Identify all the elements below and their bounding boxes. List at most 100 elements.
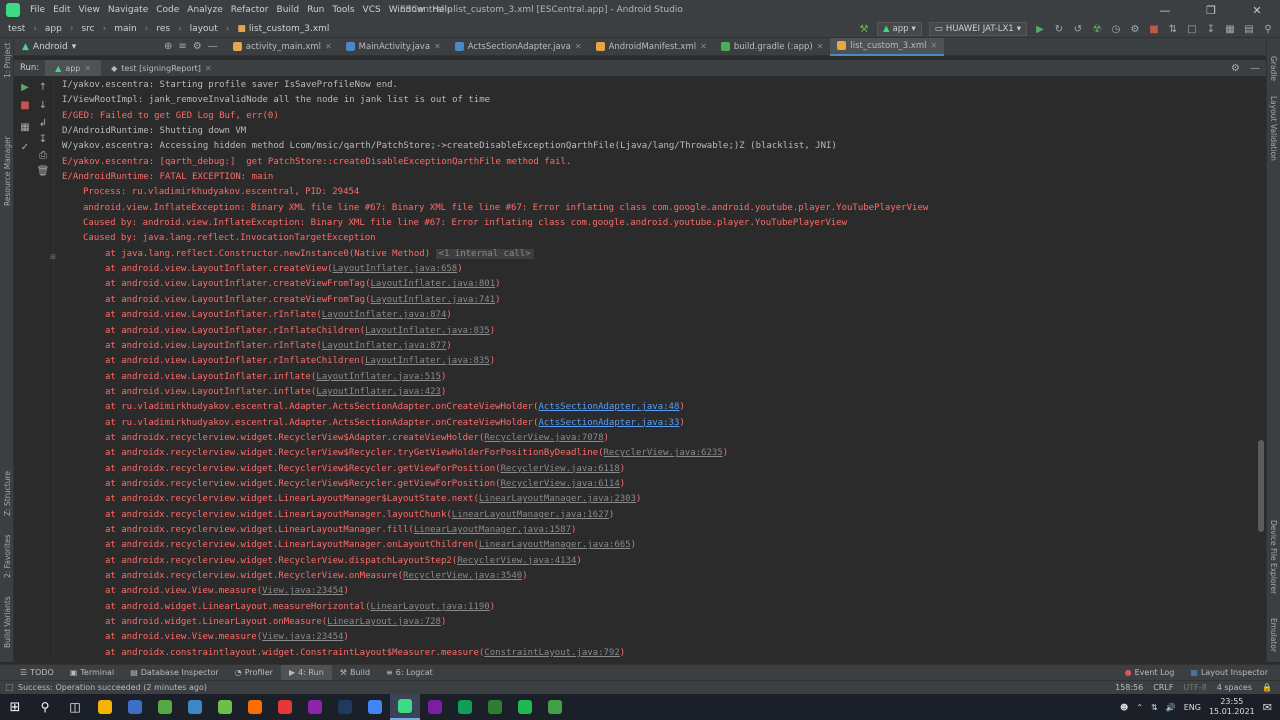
clock[interactable]: 23:55 15.01.2021 <box>1209 697 1255 717</box>
chevron-up-icon[interactable]: ⌃ <box>1136 703 1143 712</box>
breadcrumb-item[interactable]: ■ list_custom_3.xml <box>229 24 329 34</box>
build-tab[interactable]: ⚒ Build <box>332 665 378 681</box>
rerun-icon[interactable]: ▶ <box>18 80 32 94</box>
breadcrumb-item[interactable]: test › <box>0 24 37 34</box>
editor-tab[interactable]: activity_main.xml ✕ <box>226 38 339 56</box>
stack-trace-link[interactable]: RecyclerView.java:6114 <box>501 479 620 489</box>
stack-trace-link[interactable]: RecyclerView.java:4134 <box>457 556 576 566</box>
console-output[interactable]: I/yakov.escentra: Starting profile saver… <box>56 78 1256 662</box>
gradle-tool-button[interactable]: Gradle <box>1269 56 1278 81</box>
lock-icon[interactable]: 🔒 <box>1262 683 1272 692</box>
hide-icon[interactable]: — <box>208 41 218 52</box>
editor-tab[interactable]: ActsSectionAdapter.java ✕ <box>448 38 589 56</box>
editor-tab[interactable]: MainActivity.java ✕ <box>339 38 448 56</box>
taskbar-app-icon[interactable] <box>120 694 150 720</box>
terminal-tab[interactable]: ▣ Terminal <box>62 665 122 681</box>
taskbar-app-icon[interactable] <box>180 694 210 720</box>
database-inspector-tab[interactable]: ▤ Database Inspector <box>122 665 227 681</box>
menu-vcs[interactable]: VCS <box>359 5 385 15</box>
editor-tab[interactable]: build.gradle (:app) ✕ <box>714 38 831 56</box>
caret-position[interactable]: 158:56 <box>1115 683 1143 692</box>
stack-trace-link[interactable]: View.java:23454 <box>262 586 343 596</box>
layout-inspector-icon[interactable]: ▦ <box>1224 23 1236 35</box>
structure-tool-button[interactable]: Z: Structure <box>3 471 12 516</box>
sync-gradle-icon[interactable]: ⇅ <box>1167 23 1179 35</box>
stack-trace-link[interactable]: LayoutInflater.java:877 <box>322 341 447 351</box>
close-icon[interactable]: ✕ <box>434 42 441 51</box>
scroll-to-end-icon[interactable]: ↧ <box>36 132 50 146</box>
taskbar-app-icon[interactable] <box>360 694 390 720</box>
event-log-tab[interactable]: ● Event Log <box>1117 665 1183 681</box>
stack-trace-link[interactable]: RecyclerView.java:6235 <box>604 448 723 458</box>
search-icon[interactable]: ⚲ <box>1262 23 1274 35</box>
stack-trace-link[interactable]: View.java:23454 <box>262 632 343 642</box>
run-tab-signing-report[interactable]: ◆ test [signingReport] ✕ <box>101 60 221 76</box>
pin-icon[interactable]: ✓ <box>18 140 32 154</box>
breadcrumb-item[interactable]: layout › <box>182 24 230 34</box>
build-variants-tool-button[interactable]: Build Variants <box>3 596 12 648</box>
close-icon[interactable]: ✕ <box>84 64 91 73</box>
breadcrumb-item[interactable]: src › <box>73 24 106 34</box>
run-tab-app[interactable]: ▲ app ✕ <box>45 60 102 76</box>
breadcrumb-item[interactable]: app › <box>37 24 74 34</box>
close-icon[interactable]: ✕ <box>1234 0 1280 20</box>
stack-trace-link[interactable]: RecyclerView.java:7078 <box>484 433 603 443</box>
editor-tab[interactable]: list_custom_3.xml ✕ <box>830 37 945 56</box>
run-icon[interactable]: ▶ <box>1034 23 1046 35</box>
network-icon[interactable]: ⇅ <box>1151 703 1158 712</box>
taskbar-app-icon[interactable] <box>390 694 420 720</box>
stack-trace-link[interactable]: LayoutInflater.java:835 <box>365 326 490 336</box>
stop-icon[interactable]: ■ <box>18 98 32 112</box>
profiler-tab[interactable]: ◔ Profiler <box>227 665 281 681</box>
menu-build[interactable]: Build <box>273 5 304 15</box>
line-separator[interactable]: CRLF <box>1153 683 1173 692</box>
debug-icon[interactable]: ☢ <box>1091 23 1103 35</box>
resource-manager-tool-button[interactable]: Resource Manager <box>3 136 12 206</box>
people-icon[interactable]: ☻ <box>1120 703 1128 712</box>
taskbar-app-icon[interactable] <box>300 694 330 720</box>
taskbar-app-icon[interactable] <box>210 694 240 720</box>
close-icon[interactable]: ✕ <box>930 41 937 50</box>
minimize-icon[interactable]: — <box>1142 0 1188 20</box>
file-encoding[interactable]: UTF-8 <box>1183 683 1206 692</box>
taskbar-app-icon[interactable] <box>450 694 480 720</box>
profile-icon[interactable]: ◷ <box>1110 23 1122 35</box>
avd-manager-icon[interactable]: □ <box>1186 23 1198 35</box>
soft-wrap-icon[interactable]: ↲ <box>36 116 50 130</box>
taskbar-app-icon[interactable] <box>330 694 360 720</box>
hide-icon[interactable]: — <box>1250 63 1260 74</box>
stack-trace-link[interactable]: ConstraintLayout.java:792 <box>484 648 619 658</box>
menu-code[interactable]: Code <box>152 5 183 15</box>
stack-trace-link[interactable]: LinearLayoutManager.java:2303 <box>479 494 636 504</box>
project-view-selector[interactable]: ▲ Android ▾ <box>14 42 164 52</box>
menu-tools[interactable]: Tools <box>328 5 358 15</box>
restore-icon[interactable]: ❐ <box>1188 0 1234 20</box>
stack-trace-link[interactable]: ActsSectionAdapter.java:48 <box>538 402 679 412</box>
apply-changes-icon[interactable]: ↻ <box>1053 23 1065 35</box>
stack-trace-link[interactable]: LayoutInflater.java:835 <box>365 356 490 366</box>
stack-trace-link[interactable]: LayoutInflater.java:423 <box>316 387 441 397</box>
menu-navigate[interactable]: Navigate <box>104 5 152 15</box>
run-config-combo[interactable]: ▲ app ▾ <box>876 22 922 36</box>
gear-icon[interactable]: ⚙ <box>193 41 202 52</box>
stack-trace-link[interactable]: LinearLayoutManager.java:1627 <box>452 510 609 520</box>
taskbar-app-icon[interactable] <box>270 694 300 720</box>
taskbar-app-icon[interactable] <box>480 694 510 720</box>
language-indicator[interactable]: ENG <box>1184 703 1201 712</box>
stack-trace-link[interactable]: LayoutInflater.java:801 <box>371 279 496 289</box>
internal-calls-badge[interactable]: <1 internal call> <box>435 248 534 259</box>
close-icon[interactable]: ✕ <box>205 64 212 73</box>
hammer-icon[interactable]: ⚒ <box>858 23 870 35</box>
editor-tab[interactable]: AndroidManifest.xml ✕ <box>589 38 714 56</box>
menu-file[interactable]: File <box>26 5 49 15</box>
menu-analyze[interactable]: Analyze <box>183 5 226 15</box>
scroll-down-icon[interactable]: ↓ <box>36 98 50 112</box>
layout-inspector-tab[interactable]: ▦ Layout Inspector <box>1182 665 1276 681</box>
menu-edit[interactable]: Edit <box>49 5 74 15</box>
gear-icon[interactable]: ⚙ <box>1231 63 1240 74</box>
task-view-icon[interactable]: ◫ <box>60 694 90 720</box>
emulator-tool-button[interactable]: Emulator <box>1269 618 1278 652</box>
close-icon[interactable]: ✕ <box>817 42 824 51</box>
apply-code-changes-icon[interactable]: ↺ <box>1072 23 1084 35</box>
search-icon[interactable]: ⚲ <box>30 694 60 720</box>
